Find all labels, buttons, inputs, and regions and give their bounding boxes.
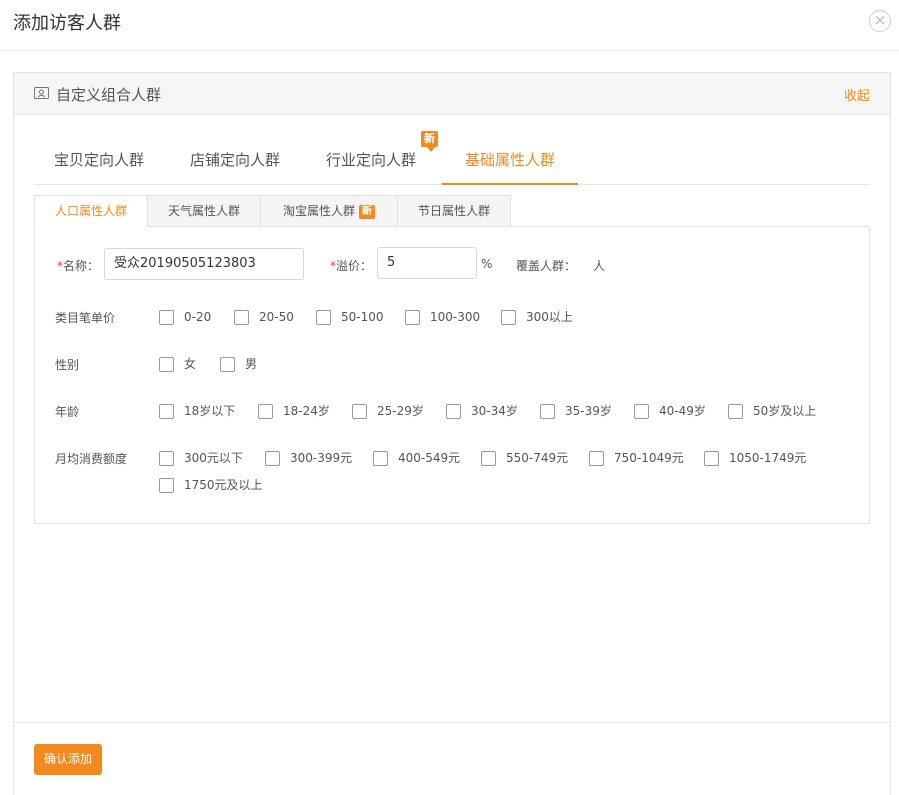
new-badge: 新 — [421, 131, 438, 152]
checkbox-box[interactable] — [159, 310, 174, 325]
premium-input[interactable]: 5 — [377, 247, 477, 279]
checkbox-label: 25-29岁 — [377, 404, 424, 418]
name-label: *名称： — [57, 257, 99, 274]
sub-tabs: 人口属性人群 天气属性人群 淘宝属性人群新 节日属性人群 — [34, 195, 870, 227]
checkbox-label: 18-24岁 — [283, 404, 330, 418]
coverage-label: 覆盖人群： — [516, 259, 577, 273]
checkbox-box[interactable] — [540, 404, 555, 419]
custom-group-panel: 自定义组合人群 收起 宝贝定向人群 店铺定向人群 行业定向人群 新 基础属性人群… — [13, 72, 891, 795]
new-badge: 新 — [359, 205, 375, 219]
checkbox-box[interactable] — [258, 404, 273, 419]
checkbox-box[interactable] — [446, 404, 461, 419]
subtab-label: 节日属性人群 — [417, 204, 490, 218]
spend-group-label: 月均消费额度 — [55, 452, 128, 466]
checkbox-box[interactable] — [159, 478, 174, 493]
checkbox-box[interactable] — [234, 310, 249, 325]
person-card-icon — [34, 87, 49, 99]
subtab-weather[interactable]: 天气属性人群 — [147, 195, 261, 227]
checkbox-label: 1750元及以上 — [184, 478, 263, 492]
checkbox-label: 1050-1749元 — [729, 451, 807, 465]
header-divider — [0, 50, 899, 51]
panel-header: 自定义组合人群 收起 — [14, 73, 890, 115]
tab-item-targeting[interactable]: 宝贝定向人群 — [54, 149, 144, 185]
checkbox-box[interactable] — [352, 404, 367, 419]
checkbox-label: 400-549元 — [398, 451, 461, 465]
checkbox-box[interactable] — [501, 310, 516, 325]
checkbox-box[interactable] — [220, 357, 235, 372]
checkbox-box[interactable] — [265, 451, 280, 466]
checkbox-box[interactable] — [634, 404, 649, 419]
checkbox-box[interactable] — [589, 451, 604, 466]
checkbox-label: 50岁及以上 — [753, 404, 817, 418]
checkbox-label: 300-399元 — [290, 451, 353, 465]
checkbox-label: 750-1049元 — [614, 451, 684, 465]
panel-title: 自定义组合人群 — [56, 86, 162, 104]
premium-label: *溢价： — [330, 257, 372, 274]
tab-industry-targeting[interactable]: 行业定向人群 — [326, 149, 416, 185]
subtab-label: 人口属性人群 — [54, 204, 127, 218]
confirm-add-button[interactable]: 确认添加 — [34, 744, 102, 775]
name-input[interactable]: 受众20190505123803 — [104, 248, 304, 280]
collapse-link[interactable]: 收起 — [844, 85, 870, 104]
checkbox-label: 300以上 — [526, 310, 573, 324]
checkbox-label: 男 — [245, 357, 258, 371]
checkbox-box[interactable] — [159, 357, 174, 372]
checkbox-box[interactable] — [316, 310, 331, 325]
checkbox-box[interactable] — [728, 404, 743, 419]
checkbox-label: 50-100 — [341, 310, 384, 324]
checkbox-box[interactable] — [704, 451, 719, 466]
checkbox-label: 20-50 — [259, 310, 294, 324]
checkbox-box[interactable] — [159, 451, 174, 466]
tab-shop-targeting[interactable]: 店铺定向人群 — [190, 149, 280, 185]
checkbox-label: 300元以下 — [184, 451, 243, 465]
checkbox-box[interactable] — [159, 404, 174, 419]
price-group-label: 类目笔单价 — [55, 311, 116, 325]
attribute-form: *名称： 受众20190505123803 *溢价： 5 % 覆盖人群： 人 类… — [34, 226, 870, 524]
premium-unit: % — [481, 257, 493, 271]
checkbox-label: 40-49岁 — [659, 404, 706, 418]
checkbox-label: 30-34岁 — [471, 404, 518, 418]
checkbox-label: 0-20 — [184, 310, 212, 324]
name-label-text: 名称： — [63, 259, 100, 273]
close-icon[interactable]: × — [869, 10, 891, 32]
tab-basic-attributes[interactable]: 基础属性人群 — [442, 149, 578, 185]
premium-label-text: 溢价： — [336, 259, 373, 273]
gender-group-label: 性别 — [55, 358, 80, 372]
coverage-unit: 人 — [593, 259, 606, 273]
subtab-holiday[interactable]: 节日属性人群 — [397, 195, 511, 227]
checkbox-label: 女 — [184, 357, 197, 371]
checkbox-box[interactable] — [405, 310, 420, 325]
checkbox-label: 550-749元 — [506, 451, 569, 465]
checkbox-box[interactable] — [481, 451, 496, 466]
footer-divider — [13, 722, 891, 723]
age-group-label: 年龄 — [55, 405, 80, 419]
checkbox-label: 35-39岁 — [565, 404, 612, 418]
checkbox-label: 100-300 — [430, 310, 481, 324]
subtab-demographics[interactable]: 人口属性人群 — [34, 195, 148, 227]
subtab-label: 天气属性人群 — [167, 204, 240, 218]
subtab-taobao[interactable]: 淘宝属性人群新 — [260, 195, 398, 227]
main-tabs: 宝贝定向人群 店铺定向人群 行业定向人群 新 基础属性人群 — [34, 131, 870, 185]
checkbox-box[interactable] — [373, 451, 388, 466]
subtab-label: 淘宝属性人群 — [282, 204, 355, 218]
checkbox-label: 18岁以下 — [184, 404, 236, 418]
dialog-title: 添加访客人群 — [13, 13, 121, 34]
